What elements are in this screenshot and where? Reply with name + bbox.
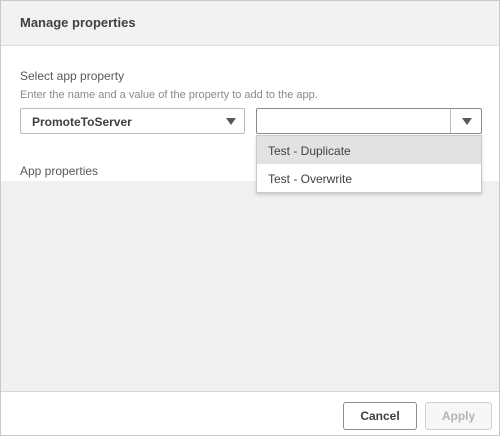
property-name-selected: PromoteToServer xyxy=(32,115,132,129)
chevron-down-icon xyxy=(226,118,236,125)
dialog-header: Manage properties xyxy=(1,1,499,46)
select-app-property-label: Select app property xyxy=(20,69,125,83)
cancel-button[interactable]: Cancel xyxy=(343,402,417,430)
chevron-down-icon[interactable] xyxy=(462,118,472,125)
property-hint-text: Enter the name and a value of the proper… xyxy=(20,89,318,101)
apply-button[interactable]: Apply xyxy=(425,402,492,430)
app-properties-label: App properties xyxy=(20,164,99,178)
dropdown-option-test-overwrite[interactable]: Test - Overwrite xyxy=(257,164,481,192)
dialog-title: Manage properties xyxy=(20,15,136,30)
dropdown-option-label: Test - Duplicate xyxy=(268,144,351,158)
property-name-select[interactable]: PromoteToServer xyxy=(20,108,245,134)
app-properties-list xyxy=(1,181,499,391)
value-dropdown-menu: Test - Duplicate Test - Overwrite xyxy=(256,135,482,193)
dropdown-option-label: Test - Overwrite xyxy=(268,172,353,186)
dialog-footer: Cancel Apply xyxy=(1,391,499,435)
property-value-select[interactable] xyxy=(256,108,482,134)
dropdown-option-test-duplicate[interactable]: Test - Duplicate xyxy=(257,136,481,164)
dropdown-divider xyxy=(450,109,451,133)
manage-properties-dialog: Manage properties Select app property En… xyxy=(0,0,500,436)
